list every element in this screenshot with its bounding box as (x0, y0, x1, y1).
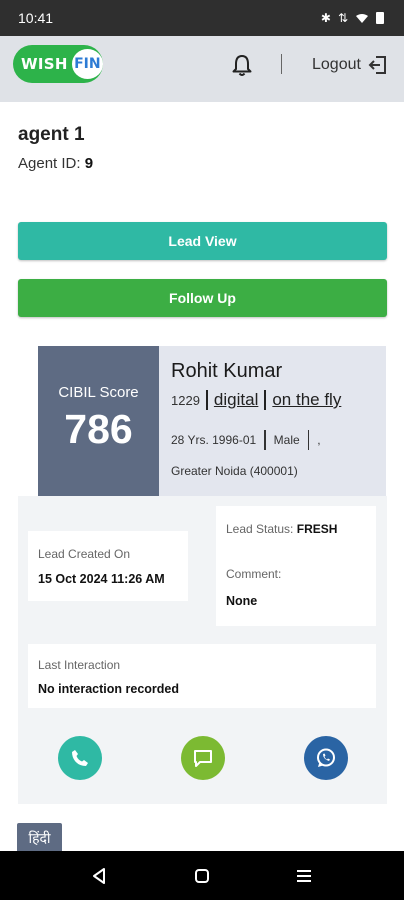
header-divider (281, 54, 282, 74)
battery-icon (376, 12, 384, 24)
lead-status-value: FRESH (296, 522, 338, 536)
lead-status: Lead Status: FRESH (226, 522, 337, 536)
lead-status-label: Lead Status: (226, 522, 294, 536)
message-button[interactable] (181, 736, 225, 780)
whatsapp-button[interactable] (304, 736, 348, 780)
whatsapp-icon (317, 748, 335, 767)
app-header: WISH FIN Logout (0, 36, 404, 102)
phone-icon (72, 750, 88, 766)
lead-view-button[interactable]: Lead View (18, 222, 387, 260)
lead-source-link[interactable]: digital (214, 390, 258, 410)
language-button[interactable]: हिंदी (17, 823, 62, 853)
separator (307, 430, 310, 450)
back-icon[interactable] (90, 867, 108, 885)
bell-icon[interactable] (231, 53, 253, 77)
customer-location: Greater Noida (400001) (171, 464, 298, 478)
lead-card[interactable]: CIBIL Score 786 Rohit Kumar 1229 digital… (38, 346, 386, 496)
system-nav-bar (0, 851, 404, 900)
agent-id-value: 9 (84, 155, 94, 172)
status-bar: 10:41 ✱ ⇅ (0, 0, 404, 36)
message-icon (194, 750, 212, 767)
last-interaction-value: No interaction recorded (38, 682, 179, 696)
customer-name: Rohit Kumar (171, 360, 283, 382)
agent-id-label: Agent ID: (18, 155, 81, 172)
logo-wish-text: WISH (21, 55, 68, 73)
wishfin-logo: WISH FIN (13, 45, 103, 83)
cibil-score: 786 (64, 406, 133, 452)
bluetooth-icon: ✱ (320, 11, 331, 25)
customer-age: 28 Yrs. 1996-01 (171, 433, 257, 447)
comma: , (317, 433, 321, 447)
cibil-label: CIBIL Score (58, 384, 139, 401)
comment-label: Comment: (226, 567, 282, 581)
lead-meta: 1229 digital on the fly (171, 390, 341, 410)
follow-up-button[interactable]: Follow Up (18, 279, 387, 317)
lead-mode-link[interactable]: on the fly (272, 390, 341, 410)
lead-id: 1229 (171, 392, 200, 408)
call-button[interactable] (58, 736, 102, 780)
lead-created-label: Lead Created On (38, 547, 131, 561)
logout-icon (368, 56, 386, 74)
wifi-icon (356, 13, 368, 23)
home-icon[interactable] (194, 868, 210, 884)
status-time: 10:41 (18, 10, 54, 26)
separator (264, 430, 266, 450)
comment-value: None (226, 594, 258, 608)
recents-icon[interactable] (296, 868, 312, 884)
data-icon: ⇅ (337, 11, 348, 25)
customer-gender: Male (273, 433, 300, 447)
logo-fin-text: FIN (71, 49, 103, 79)
cibil-box: CIBIL Score 786 (38, 346, 159, 496)
separator (264, 390, 267, 410)
last-interaction-label: Last Interaction (38, 658, 121, 672)
lead-created-value: 15 Oct 2024 11:26 AM (38, 572, 165, 586)
separator (205, 390, 208, 410)
lead-created-box: Lead Created On 15 Oct 2024 11:26 AM (28, 531, 188, 601)
agent-id: Agent ID: 9 (18, 155, 93, 172)
last-interaction-box: Last Interaction No interaction recorded (28, 644, 376, 708)
logout-button[interactable]: Logout (312, 54, 389, 76)
status-icons: ✱ ⇅ (321, 11, 384, 25)
lead-details-panel: Lead Created On 15 Oct 2024 11:26 AM Lea… (18, 496, 387, 804)
logout-label: Logout (312, 56, 361, 73)
customer-demographics: 28 Yrs. 1996-01 Male , (171, 430, 321, 450)
agent-name: agent 1 (18, 124, 85, 145)
lead-status-box: Lead Status: FRESH Comment: None (216, 506, 376, 626)
